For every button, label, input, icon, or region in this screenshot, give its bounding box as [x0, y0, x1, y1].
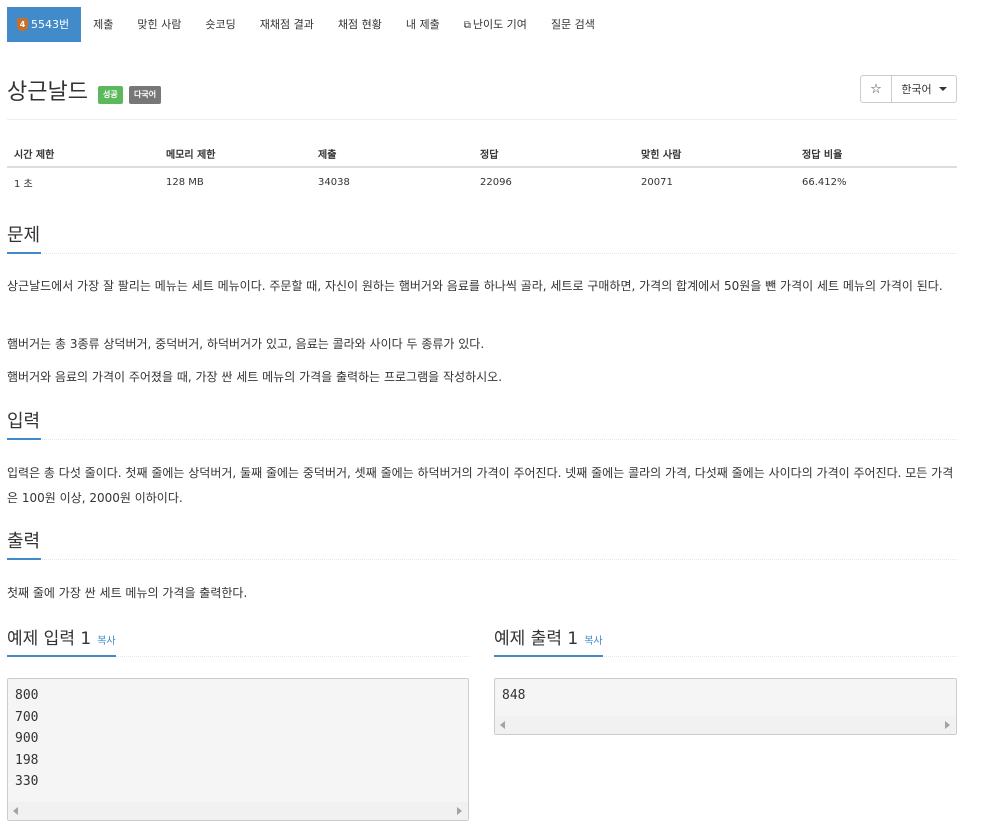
nav-problem-number-label: 5543번 — [31, 18, 70, 31]
nav-question-search[interactable]: 질문 검색 — [539, 7, 607, 42]
sample-output-title: 예제 출력 1 — [494, 629, 579, 649]
nav-rejudge-results[interactable]: 재채점 결과 — [248, 7, 326, 42]
header-memory-limit: 메모리 제한 — [159, 141, 311, 168]
output-section-header: 출력 — [7, 530, 957, 560]
header-button-group: ☆ 한국어 — [860, 75, 957, 103]
external-link-icon: ⧉ — [463, 20, 471, 31]
nav-difficulty-label: 난이도 기여 — [472, 18, 527, 31]
problem-info-table: 시간 제한 메모리 제한 제출 정답 맞힌 사람 정답 비율 1 초 128 M… — [7, 141, 957, 196]
time-limit-value: 1 초 — [14, 178, 33, 190]
star-icon: ☆ — [870, 81, 882, 97]
sample-input-title: 예제 입력 1 — [7, 629, 92, 649]
header-accept-ratio: 정답 비율 — [795, 141, 957, 168]
favorite-button[interactable]: ☆ — [860, 75, 892, 103]
sample-output-title-wrap: 예제 출력 1 복사 — [494, 627, 603, 657]
language-dropdown[interactable]: 한국어 — [892, 75, 957, 103]
accept-ratio-value: 66.412% — [802, 176, 847, 188]
header-time-limit: 시간 제한 — [7, 141, 159, 168]
description-section-header: 문제 — [7, 224, 957, 254]
sample-input-copy-link[interactable]: 복사 — [97, 636, 115, 647]
sample-output-header: 예제 출력 1 복사 — [494, 627, 957, 657]
output-description: 첫째 줄에 가장 싼 세트 메뉴의 가격을 출력한다. — [7, 586, 248, 600]
description-paragraph-1: 상근날드에서 가장 잘 팔리는 메뉴는 세트 메뉴이다. 주문할 때, 자신이 … — [7, 279, 943, 293]
nav-short-coding[interactable]: 숏코딩 — [193, 7, 247, 42]
nav-difficulty-contribute[interactable]: ⧉ 난이도 기여 — [452, 7, 539, 42]
input-title: 입력 — [7, 410, 42, 440]
scroll-right-icon[interactable] — [945, 721, 950, 729]
scroll-left-icon[interactable] — [500, 721, 505, 729]
sample-input-content: 800 700 900 198 330 — [15, 688, 39, 789]
nav-problem-number[interactable]: 4 5543번 — [7, 7, 82, 42]
output-title: 출력 — [7, 530, 42, 560]
sample-input-scrollbar[interactable] — [8, 802, 468, 820]
header-submissions: 제출 — [311, 141, 473, 168]
sample-output-scrollbar[interactable] — [495, 716, 956, 734]
sample-output-box[interactable]: 848 — [494, 678, 957, 735]
scroll-left-icon[interactable] — [13, 807, 18, 815]
nav-submit[interactable]: 제출 — [81, 7, 125, 42]
header-solved-users: 맞힌 사람 — [634, 141, 795, 168]
nav-solved-users[interactable]: 맞힌 사람 — [125, 7, 193, 42]
problem-title: 상근날드 — [7, 80, 88, 105]
table-row: 1 초 128 MB 34038 22096 20071 66.412% — [7, 167, 957, 196]
input-section-header: 입력 — [7, 410, 957, 440]
scroll-right-icon[interactable] — [457, 807, 462, 815]
problem-header: 상근날드 성공 다국어 ☆ 한국어 — [7, 74, 957, 120]
solved-users-value: 20071 — [641, 176, 673, 188]
nav-my-submissions[interactable]: 내 제출 — [394, 7, 452, 42]
sample-input-title-wrap: 예제 입력 1 복사 — [7, 627, 116, 657]
description-paragraph-2: 햄버거는 총 3종류 상덕버거, 중덕버거, 하덕버거가 있고, 음료는 콜라와… — [7, 337, 485, 351]
sample-input-box[interactable]: 800 700 900 198 330 — [7, 678, 469, 821]
problem-menu: 4 5543번 제출 맞힌 사람 숏코딩 재채점 결과 채점 현황 내 제출 ⧉… — [7, 7, 607, 42]
description-paragraph-3: 햄버거와 음료의 가격이 주어졌을 때, 가장 싼 세트 메뉴의 가격을 출력하… — [7, 370, 503, 384]
success-badge: 성공 — [98, 86, 123, 104]
caret-down-icon — [938, 87, 947, 91]
sample-output-content: 848 — [502, 688, 526, 703]
submissions-value: 34038 — [318, 176, 350, 188]
header-accepted: 정답 — [473, 141, 634, 168]
sample-input-header: 예제 입력 1 복사 — [7, 627, 469, 657]
sample-output-copy-link[interactable]: 복사 — [584, 636, 602, 647]
multilang-badge: 다국어 — [129, 86, 162, 104]
nav-status[interactable]: 채점 현황 — [326, 7, 394, 42]
description-title: 문제 — [7, 224, 42, 254]
accepted-value: 22096 — [480, 176, 512, 188]
language-label: 한국어 — [901, 83, 932, 96]
tier-badge-icon: 4 — [17, 18, 28, 31]
memory-limit-value: 128 MB — [166, 176, 204, 188]
input-description: 입력은 총 다섯 줄이다. 첫째 줄에는 상덕버거, 둘째 줄에는 중덕버거, … — [7, 466, 954, 505]
table-header-row: 시간 제한 메모리 제한 제출 정답 맞힌 사람 정답 비율 — [7, 141, 957, 168]
